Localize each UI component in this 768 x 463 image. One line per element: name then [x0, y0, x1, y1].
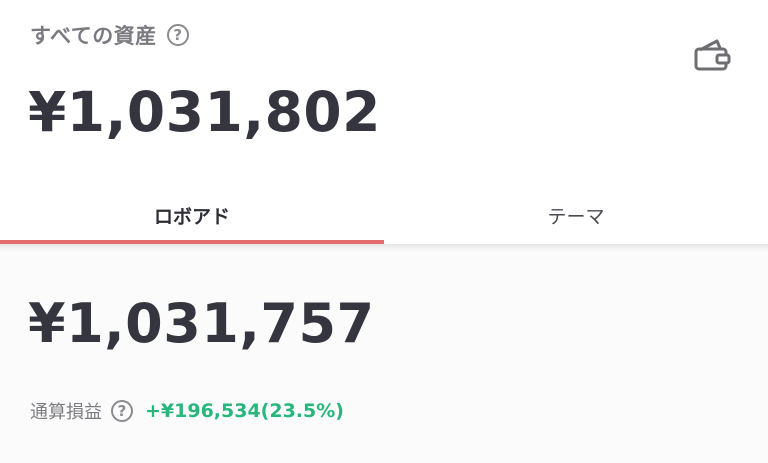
robo-advisor-total: ¥1,031,757: [28, 292, 375, 355]
wallet-icon[interactable]: [693, 38, 733, 74]
tab-robo-advisor[interactable]: ロボアド: [0, 186, 384, 244]
profit-loss-label: 通算損益: [30, 402, 102, 423]
total-assets-value: ¥1,031,802: [28, 80, 381, 144]
tab-divider-shadow: [0, 244, 768, 252]
asset-tabs: ロボアド テーマ: [0, 186, 768, 244]
tab-theme[interactable]: テーマ: [384, 186, 768, 244]
profit-loss-row: 通算損益 ? +¥196,534(23.5%): [30, 398, 344, 424]
help-icon[interactable]: ?: [166, 24, 189, 46]
page-title: すべての資産: [30, 24, 157, 48]
title-row: すべての資産 ?: [30, 20, 189, 50]
profit-loss-value: +¥196,534(23.5%): [145, 400, 344, 422]
help-icon[interactable]: ?: [111, 400, 133, 422]
